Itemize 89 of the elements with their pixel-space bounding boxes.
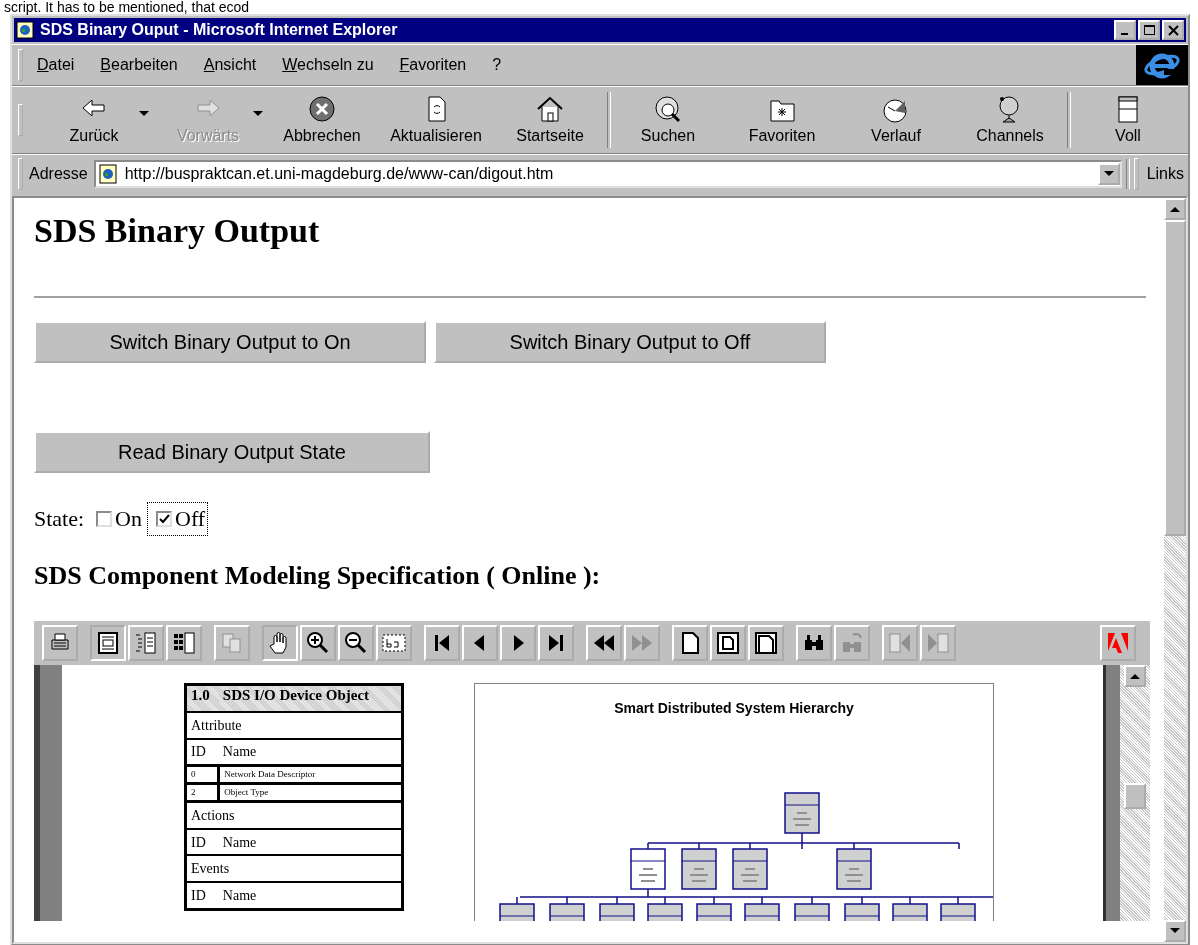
page-icon: [16, 21, 34, 39]
up-arrow-icon: [1170, 206, 1180, 212]
menu-item[interactable]: Ansicht: [203, 56, 257, 74]
scrollbar[interactable]: [1120, 665, 1150, 921]
form-button[interactable]: Read Binary Output State: [34, 431, 430, 473]
pdf-tool-button[interactable]: [424, 625, 460, 661]
up-arrow-icon: [1130, 673, 1140, 679]
zoom-in-icon: [305, 630, 331, 656]
form-button[interactable]: Switch Binary Output to On: [34, 321, 426, 363]
checkbox-label: Off: [175, 506, 206, 532]
toolbar-button[interactable]: Voll: [1071, 89, 1185, 151]
pdf-tool-button[interactable]: [538, 625, 574, 661]
pdf-tool-button[interactable]: [42, 625, 78, 661]
window-title: SDS Binary Ouput - Microsoft Internet Explorer: [40, 21, 399, 39]
table-cell: SDS I/O Device Object: [218, 684, 403, 712]
pdf-tool-button[interactable]: [90, 625, 126, 661]
pdf-tool-button[interactable]: [500, 625, 536, 661]
pdf-tool-button[interactable]: [376, 625, 412, 661]
search-icon: [653, 95, 683, 123]
minimize-button[interactable]: [1114, 20, 1136, 40]
down-arrow-icon: [1170, 928, 1180, 934]
section-heading: SDS Component Modeling Specification ( Online ):: [34, 561, 602, 591]
caret-icon: [1103, 171, 1114, 177]
minimize-icon: [1121, 32, 1129, 36]
pdf-tool-button[interactable]: [462, 625, 498, 661]
pdf-tool-button[interactable]: [586, 625, 622, 661]
table-cell: Network Data Descriptor: [218, 765, 403, 784]
scroll-down-button[interactable]: [1164, 920, 1186, 942]
caption-text: script. It has to be mentioned, that ecod: [3, 0, 251, 14]
address-field[interactable]: http://buspraktcan.et.uni-magdeburg.de/www-can/digout.htm: [93, 160, 1122, 188]
browser-logo: [1136, 45, 1188, 85]
table-cell: 2: [185, 783, 219, 802]
menu-item[interactable]: Favoriten: [399, 56, 467, 74]
scroll-up-button[interactable]: [1164, 198, 1186, 220]
previous-article-icon: [887, 630, 913, 656]
pdf-tool-button[interactable]: [128, 625, 164, 661]
menu-item[interactable]: Datei: [37, 56, 75, 74]
table-cell: 0: [185, 765, 219, 784]
pdf-tool-button[interactable]: [796, 625, 832, 661]
diagram-title: Smart Distributed System Hierarchy: [614, 700, 854, 716]
caret-icon[interactable]: [139, 111, 149, 117]
scroll-thumb[interactable]: [1124, 783, 1146, 809]
menu-item[interactable]: ?: [492, 56, 502, 74]
dropdown-button[interactable]: [1097, 163, 1120, 185]
table-cell: 1.0: [185, 684, 219, 712]
next-article-icon: [925, 630, 951, 656]
scrollbar[interactable]: [1164, 198, 1186, 942]
checkbox[interactable]: [96, 511, 113, 527]
house-icon: [535, 95, 565, 123]
pdf-tool-button[interactable]: [748, 625, 784, 661]
pdf-tool-button[interactable]: [672, 625, 708, 661]
pdf-tool-button[interactable]: [262, 625, 298, 661]
checkbox[interactable]: [156, 511, 172, 527]
menu-item[interactable]: Wechseln zu: [282, 56, 374, 74]
page-icon: [98, 164, 117, 184]
toolbar-button[interactable]: Startseite: [493, 89, 607, 151]
checkbox-label: On: [115, 506, 142, 532]
stop-icon: [307, 95, 337, 123]
zoom-out-icon: [343, 630, 369, 656]
maximize-icon: [1142, 23, 1156, 37]
scroll-thumb[interactable]: [1164, 220, 1186, 536]
maximize-button[interactable]: [1138, 20, 1160, 40]
page-layout-icon: [95, 630, 121, 656]
toolbar-button[interactable]: Aktualisieren: [379, 89, 493, 151]
links-button[interactable]: Links: [1142, 165, 1188, 183]
thumbnail-icon: [171, 630, 197, 656]
close-icon: [1166, 23, 1180, 37]
outline-icon: [133, 630, 159, 656]
table-cell: Object Type: [218, 783, 403, 802]
scroll-up-button[interactable]: [1124, 665, 1146, 687]
page-heading: SDS Binary Output: [34, 212, 321, 251]
toolbar-button[interactable]: Abbrechen: [265, 89, 379, 151]
form-button[interactable]: Switch Binary Output to Off: [434, 321, 826, 363]
state-label: State:: [34, 506, 85, 532]
toolbar-button[interactable]: Channels: [953, 89, 1067, 151]
address-label: Adresse: [29, 165, 88, 183]
toolbar-button[interactable]: Favoriten: [725, 89, 839, 151]
pdf-tool-button[interactable]: [300, 625, 336, 661]
fit-page-icon: [715, 630, 741, 656]
pdf-tool-button[interactable]: [166, 625, 202, 661]
close-button[interactable]: [1162, 20, 1184, 40]
toolbar-button[interactable]: Verlauf: [839, 89, 953, 151]
pdf-tool-button[interactable]: [710, 625, 746, 661]
logo-icon: [1105, 630, 1131, 656]
pdf-tool-button[interactable]: [338, 625, 374, 661]
toolbar-button[interactable]: Suchen: [611, 89, 725, 151]
toolbar-button[interactable]: Zurück: [37, 89, 151, 151]
fit-width-icon: [753, 630, 779, 656]
menu-item[interactable]: Bearbeiten: [100, 56, 178, 74]
